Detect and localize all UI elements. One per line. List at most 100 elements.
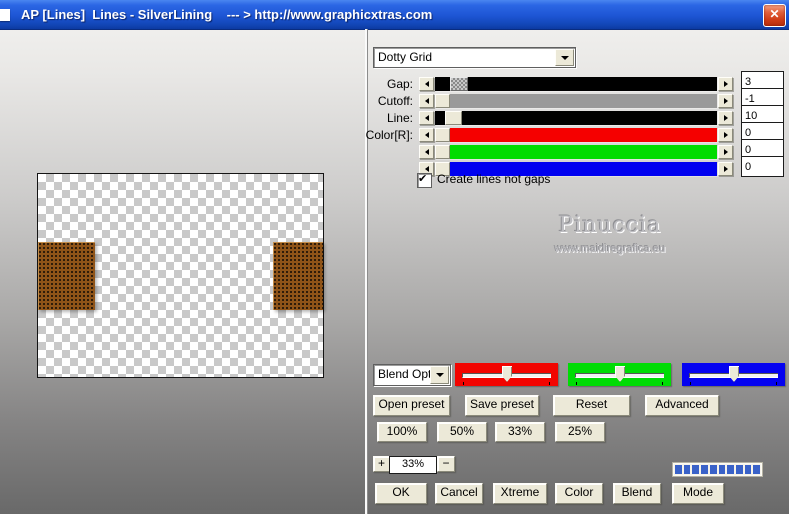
trackbar-thumb[interactable] <box>502 366 512 382</box>
xtreme-button[interactable]: Xtreme <box>493 483 547 504</box>
progress-segment <box>675 465 682 474</box>
progress-segment <box>709 465 717 474</box>
value-field-blue[interactable] <box>741 156 784 177</box>
trackbar-thumb[interactable] <box>729 366 739 382</box>
slider-row-color-green <box>0 145 789 159</box>
slider-thumb[interactable] <box>435 128 450 142</box>
blend-button[interactable]: Blend <box>613 483 661 504</box>
watermark-name: Pinuccia <box>558 213 662 238</box>
zoom-50-button[interactable]: 50% <box>437 422 487 442</box>
zoom-25-button[interactable]: 25% <box>555 422 605 442</box>
slider-label: Cutoff: <box>377 94 413 108</box>
ok-button[interactable]: OK <box>375 483 427 504</box>
effect-preset-dropdown[interactable]: Dotty Grid <box>373 47 576 68</box>
slider-row-gap: Gap: <box>0 77 789 91</box>
checkmark-icon: ✔ <box>418 173 428 185</box>
trackbar-tick <box>463 382 464 385</box>
save-preset-button[interactable]: Save preset <box>465 395 539 416</box>
slider-label: Color[R]: <box>365 128 413 142</box>
effect-preset-dropdown-button[interactable] <box>555 49 574 66</box>
zoom-33-button[interactable]: 33% <box>495 422 545 442</box>
progress-segment <box>692 465 700 474</box>
arrow-left-icon <box>424 115 429 121</box>
slider-row-cutoff: Cutoff: <box>0 94 789 108</box>
slider-increment-button[interactable] <box>718 77 733 91</box>
close-button[interactable]: ✕ <box>763 4 786 27</box>
trackbar-tick <box>776 382 777 385</box>
blend-options-dropdown-button[interactable] <box>430 366 449 384</box>
progress-segment <box>683 465 691 474</box>
trackbar-tick <box>662 382 663 385</box>
slider-thumb[interactable] <box>445 111 462 125</box>
slider-increment-button[interactable] <box>718 145 733 159</box>
reset-button[interactable]: Reset <box>553 395 630 416</box>
arrow-right-icon <box>723 115 728 121</box>
slider-label: Line: <box>386 111 413 125</box>
progress-segment <box>753 465 761 474</box>
color-button[interactable]: Color <box>555 483 603 504</box>
slider-row-color-blue <box>0 162 789 176</box>
slider-increment-button[interactable] <box>718 94 733 108</box>
preview-canvas[interactable] <box>37 173 324 378</box>
blend-trackbar-blue[interactable] <box>682 363 785 386</box>
slider-row-line: Line: <box>0 111 789 125</box>
trackbar-tick <box>549 382 550 385</box>
slider-decrement-button[interactable] <box>419 111 434 125</box>
preview-swatch-right <box>273 242 323 310</box>
blend-options-dropdown[interactable]: Blend Opti <box>373 364 451 386</box>
zoom-out-button[interactable]: − <box>437 456 455 472</box>
slider-track-red[interactable] <box>435 128 717 142</box>
slider-thumb[interactable] <box>450 77 468 91</box>
blend-trackbar-green[interactable] <box>568 363 671 386</box>
blend-options-value: Blend Opti <box>378 367 432 381</box>
progress-segment <box>744 465 752 474</box>
slider-thumb[interactable] <box>435 94 450 108</box>
arrow-left-icon <box>424 98 429 104</box>
slider-increment-button[interactable] <box>718 162 733 176</box>
slider-row-color-red: Color[R]: <box>0 128 789 142</box>
progress-segment <box>727 465 734 474</box>
progress-segment <box>735 465 743 474</box>
slider-thumb[interactable] <box>435 145 450 159</box>
arrow-left-icon <box>424 149 429 155</box>
open-preset-button[interactable]: Open preset <box>373 395 450 416</box>
window-title: AP [Lines] Lines - SilverLining --- > ht… <box>21 7 433 22</box>
zoom-100-button[interactable]: 100% <box>377 422 427 442</box>
arrow-right-icon <box>723 149 728 155</box>
slider-increment-button[interactable] <box>718 111 733 125</box>
chevron-down-icon <box>560 55 569 60</box>
blend-trackbar-red[interactable] <box>455 363 558 386</box>
progress-segment <box>701 465 708 474</box>
arrow-right-icon <box>723 166 728 172</box>
slider-increment-button[interactable] <box>718 128 733 142</box>
slider-track-green[interactable] <box>435 145 717 159</box>
arrow-left-icon <box>424 132 429 138</box>
slider-track-gap[interactable] <box>435 77 717 91</box>
slider-label: Gap: <box>386 77 413 91</box>
mode-button[interactable]: Mode <box>672 483 724 504</box>
chevron-down-icon <box>435 373 444 377</box>
window-icon <box>0 9 10 21</box>
effect-preset-value: Dotty Grid <box>378 50 433 64</box>
zoom-in-button[interactable]: + <box>373 456 390 472</box>
zoom-value-field[interactable]: 33% <box>389 456 437 474</box>
arrow-right-icon <box>723 98 728 104</box>
slider-decrement-button[interactable] <box>419 128 434 142</box>
create-lines-checkbox[interactable]: ✔ <box>417 173 432 188</box>
slider-decrement-button[interactable] <box>419 145 434 159</box>
slider-decrement-button[interactable] <box>419 94 434 108</box>
slider-track-cutoff[interactable] <box>435 94 717 108</box>
slider-decrement-button[interactable] <box>419 77 434 91</box>
progress-segment <box>718 465 726 474</box>
watermark-url: www.maidiregrafica.eu <box>554 243 666 255</box>
cancel-button[interactable]: Cancel <box>435 483 483 504</box>
arrow-right-icon <box>723 81 728 87</box>
trackbar-thumb[interactable] <box>615 366 625 382</box>
advanced-button[interactable]: Advanced <box>645 395 719 416</box>
preview-swatch-left <box>38 242 95 310</box>
title-bar[interactable]: AP [Lines] Lines - SilverLining --- > ht… <box>0 0 789 30</box>
trackbar-tick <box>576 382 577 385</box>
arrow-right-icon <box>723 132 728 138</box>
plugin-dialog: AP [Lines] Lines - SilverLining --- > ht… <box>0 0 789 514</box>
slider-track-line[interactable] <box>435 111 717 125</box>
